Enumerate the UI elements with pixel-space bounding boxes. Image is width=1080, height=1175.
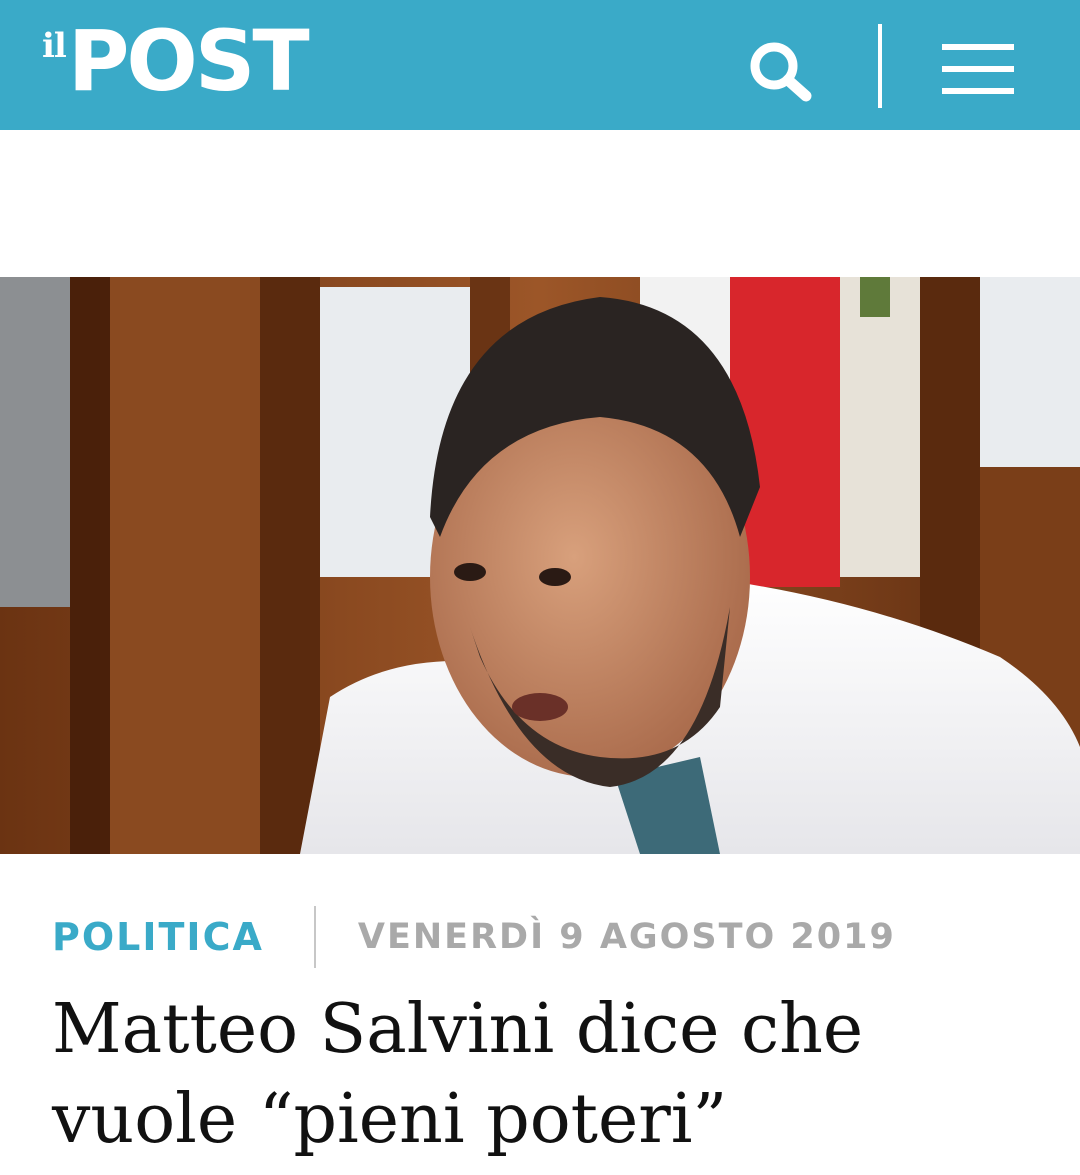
article-meta: POLITICA VENERDÌ 9 AGOSTO 2019	[52, 906, 896, 968]
headline-line-1: Matteo Salvini dice che	[52, 990, 864, 1069]
logo-prefix: il	[42, 26, 67, 66]
meta-divider	[313, 906, 316, 968]
header-divider	[878, 24, 882, 108]
hamburger-menu-icon[interactable]	[942, 44, 1014, 94]
article-headline[interactable]: Matteo Salvini dice che vuole “pieni pot…	[52, 985, 1052, 1165]
article-photo[interactable]	[0, 277, 1080, 854]
article-photo-svg	[0, 277, 1080, 854]
publish-date: VENERDÌ 9 AGOSTO 2019	[357, 917, 896, 957]
site-logo[interactable]: il POST	[42, 6, 310, 116]
menu-bar-bottom	[942, 88, 1014, 94]
logo-main: POST	[67, 12, 310, 110]
top-header: il POST	[0, 0, 1080, 130]
search-icon-svg	[750, 42, 812, 102]
category-link[interactable]: POLITICA	[52, 915, 264, 959]
menu-bar-middle	[942, 66, 1014, 72]
menu-bar-top	[942, 44, 1014, 50]
search-icon[interactable]	[748, 40, 814, 102]
headline-line-2: vuole “pieni poteri”	[52, 1080, 728, 1159]
